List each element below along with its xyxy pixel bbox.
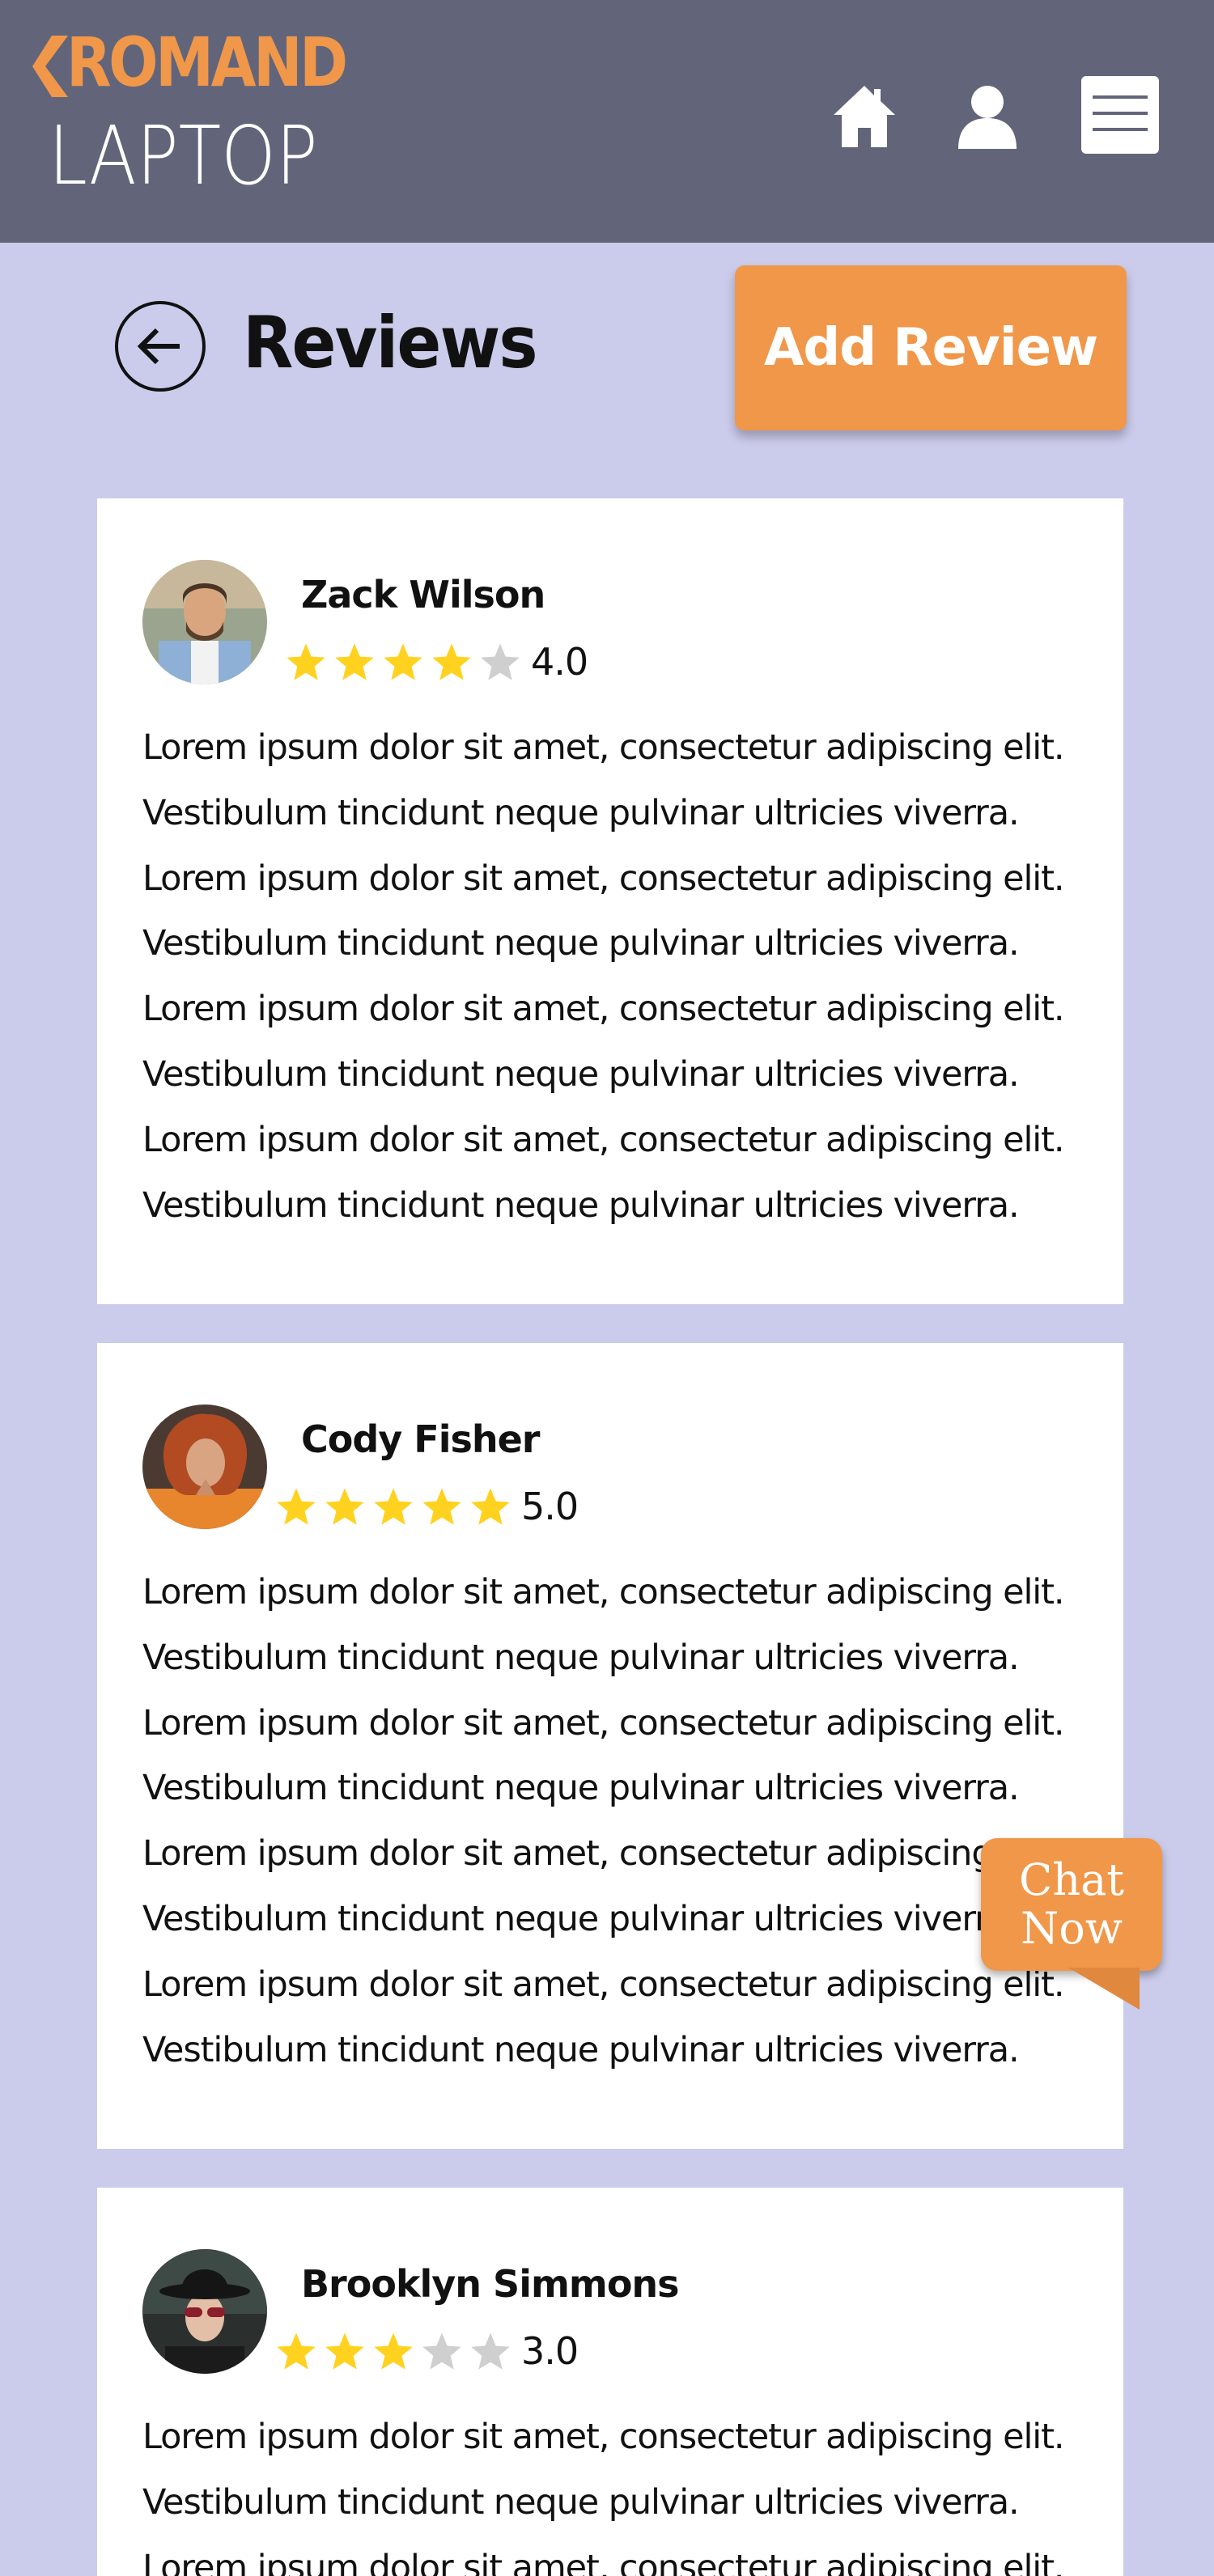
review-line: Vestibulum tincidunt neque pulvinar ultr… (142, 2029, 1020, 2070)
logo[interactable]: ROMAND LAPTOP (32, 23, 348, 203)
star-rating: 3.0 (272, 2329, 579, 2373)
review-line: Vestibulum tincidunt neque pulvinar ultr… (142, 1768, 1020, 1809)
review-line: Lorem ipsum dolor sit amet, consectetur … (142, 1702, 1065, 1743)
page-title: Reviews (243, 301, 538, 384)
review-line: Vestibulum tincidunt neque pulvinar ultr… (142, 2481, 1020, 2523)
star-filled-icon (374, 1488, 413, 1525)
review-text: Lorem ipsum dolor sit amet, consectetur … (142, 1560, 1097, 2082)
review-line: Lorem ipsum dolor sit amet, consectetur … (142, 858, 1065, 899)
star-filled-icon (335, 643, 374, 680)
reviewer-name: Cody Fisher (301, 1417, 541, 1461)
chat-label-line2: Now (1021, 1903, 1123, 1954)
rating-value: 5.0 (521, 1485, 579, 1528)
star-filled-icon (422, 1488, 461, 1525)
home-icon[interactable] (832, 81, 897, 152)
review-line: Lorem ipsum dolor sit amet, consectetur … (142, 2417, 1065, 2457)
back-button[interactable] (115, 301, 206, 392)
star-rating: 5.0 (272, 1485, 579, 1528)
review-line: Lorem ipsum dolor sit amet, consectetur … (142, 727, 1065, 768)
avatar-photo (142, 1405, 267, 1529)
star-filled-icon (325, 1488, 364, 1525)
review-line: Lorem ipsum dolor sit amet, consectetur … (142, 1964, 1065, 2005)
reviewer-name: Brooklyn Simmons (301, 2262, 680, 2306)
review-line: Lorem ipsum dolor sit amet, consectetur … (142, 1119, 1065, 1160)
top-navigation-bar: ROMAND LAPTOP (0, 0, 1214, 243)
review-line: Lorem ipsum dolor sit amet, consectetur … (142, 2547, 1065, 2576)
star-filled-icon (277, 1488, 316, 1525)
star-filled-icon (277, 2332, 316, 2370)
review-line: Vestibulum tincidunt neque pulvinar ultr… (142, 1184, 1020, 1226)
user-icon[interactable] (955, 81, 1020, 152)
logo-brand-text: ROMAND (66, 23, 348, 102)
arrow-left-icon (137, 328, 180, 365)
star-filled-icon (287, 643, 325, 680)
add-review-button[interactable]: Add Review (735, 265, 1127, 430)
review-card: Brooklyn Simmons 3.0 Lorem ipsum dolor s… (97, 2188, 1123, 2576)
avatar (142, 1405, 267, 1529)
star-rating: 4.0 (282, 640, 588, 684)
review-text: Lorem ipsum dolor sit amet, consectetur … (142, 2404, 1097, 2576)
reviewer-name: Zack Wilson (301, 573, 545, 616)
logo-chevron-icon (32, 36, 68, 97)
star-filled-icon (384, 643, 422, 680)
review-line: Vestibulum tincidunt neque pulvinar ultr… (142, 792, 1020, 833)
menu-line (1093, 128, 1148, 131)
star-filled-icon (432, 643, 471, 680)
star-filled-icon (325, 2332, 364, 2370)
review-line: Vestibulum tincidunt neque pulvinar ultr… (142, 1053, 1020, 1095)
review-card: Cody Fisher 5.0 Lorem ipsum dolor sit am… (97, 1343, 1123, 2149)
chat-bubble-tail (1068, 1968, 1140, 2010)
avatar-photo (142, 2249, 267, 2374)
avatar (142, 560, 267, 684)
star-empty-icon (471, 2332, 510, 2370)
review-line: Lorem ipsum dolor sit amet, consectetur … (142, 1572, 1065, 1612)
rating-value: 3.0 (521, 2329, 579, 2373)
review-line: Lorem ipsum dolor sit amet, consectetur … (142, 1833, 1065, 1875)
menu-line (1093, 95, 1148, 99)
avatar-photo (142, 560, 267, 684)
rating-value: 4.0 (531, 640, 588, 684)
avatar (142, 2249, 267, 2374)
review-line: Lorem ipsum dolor sit amet, consectetur … (142, 989, 1065, 1030)
review-line: Vestibulum tincidunt neque pulvinar ultr… (142, 1637, 1020, 1678)
logo-sub-text: LAPTOP (49, 108, 318, 203)
review-line: Vestibulum tincidunt neque pulvinar ultr… (142, 923, 1020, 964)
hamburger-menu-icon[interactable] (1081, 76, 1159, 154)
star-empty-icon (481, 643, 520, 680)
review-card: Zack Wilson 4.0 Lorem ipsum dolor sit am… (97, 498, 1123, 1304)
menu-line (1093, 112, 1148, 115)
star-empty-icon (422, 2332, 461, 2370)
review-line: Vestibulum tincidunt neque pulvinar ultr… (142, 1898, 1020, 1939)
star-filled-icon (374, 2332, 413, 2370)
star-filled-icon (471, 1488, 510, 1525)
chat-label-line1: Chat (1019, 1854, 1124, 1905)
review-text: Lorem ipsum dolor sit amet, consectetur … (142, 715, 1097, 1238)
chat-now-button[interactable]: Chat Now (981, 1838, 1162, 1971)
